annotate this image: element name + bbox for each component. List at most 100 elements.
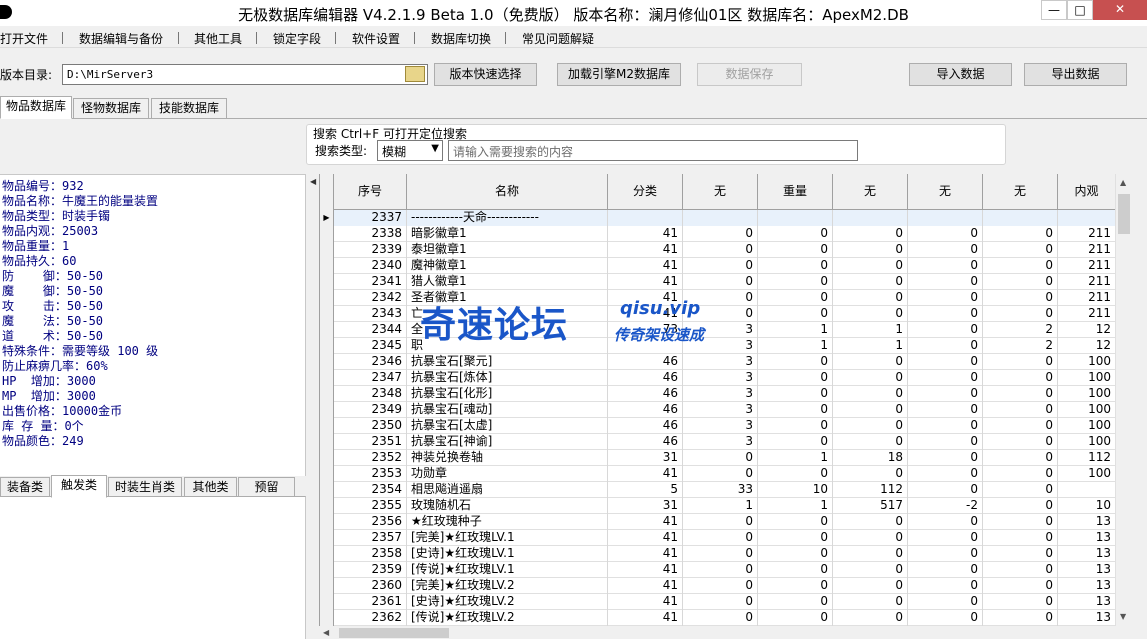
table-cell[interactable]: 13: [1058, 594, 1115, 610]
table-cell[interactable]: 亡: [407, 306, 608, 322]
table-row[interactable]: 2343 亡 41 0 0 0 0 0 211: [320, 306, 1115, 322]
table-row[interactable]: 2357 [完美]★红玫瑰LV.1 41 0 0 0 0 0 13: [320, 530, 1115, 546]
table-cell[interactable]: 0: [908, 578, 983, 594]
table-cell[interactable]: 2359: [334, 562, 407, 578]
table-cell[interactable]: 2345: [334, 338, 407, 354]
table-cell[interactable]: 0: [908, 434, 983, 450]
table-cell[interactable]: 0: [983, 258, 1058, 274]
table-cell[interactable]: 100: [1058, 402, 1115, 418]
table-cell[interactable]: 0: [758, 562, 833, 578]
table-cell[interactable]: 0: [683, 610, 758, 626]
table-cell[interactable]: 46: [608, 434, 683, 450]
table-cell[interactable]: 功勋章: [407, 466, 608, 482]
table-row[interactable]: 2360 [完美]★红玫瑰LV.2 41 0 0 0 0 0 13: [320, 578, 1115, 594]
table-cell[interactable]: 2353: [334, 466, 407, 482]
table-row[interactable]: 2341 猎人徽章1 41 0 0 0 0 0 211: [320, 274, 1115, 290]
table-cell[interactable]: 0: [758, 354, 833, 370]
table-cell[interactable]: 3: [683, 402, 758, 418]
table-cell[interactable]: 2358: [334, 546, 407, 562]
table-cell[interactable]: 211: [1058, 258, 1115, 274]
table-cell[interactable]: 0: [833, 402, 908, 418]
row-indicator[interactable]: [320, 258, 334, 274]
table-cell[interactable]: 13: [1058, 546, 1115, 562]
table-cell[interactable]: 517: [833, 498, 908, 514]
table-cell[interactable]: 41: [608, 226, 683, 242]
table-row[interactable]: 2353 功勋章 41 0 0 0 0 0 100: [320, 466, 1115, 482]
table-cell[interactable]: 100: [1058, 434, 1115, 450]
table-row[interactable]: 2346 抗暴宝石[聚元] 46 3 0 0 0 0 100: [320, 354, 1115, 370]
table-cell[interactable]: 1: [683, 498, 758, 514]
table-cell[interactable]: 13: [1058, 562, 1115, 578]
table-row[interactable]: 2355 玫瑰随机石 31 1 1 517 -2 0 10: [320, 498, 1115, 514]
table-cell[interactable]: 2356: [334, 514, 407, 530]
table-cell[interactable]: 100: [1058, 386, 1115, 402]
row-indicator[interactable]: [320, 274, 334, 290]
column-header[interactable]: 名称: [407, 174, 608, 210]
table-cell[interactable]: 0: [908, 258, 983, 274]
table-cell[interactable]: 0: [833, 226, 908, 242]
table-cell[interactable]: 0: [983, 402, 1058, 418]
row-indicator[interactable]: [320, 514, 334, 530]
table-cell[interactable]: 0: [983, 226, 1058, 242]
table-cell[interactable]: 0: [908, 466, 983, 482]
table-cell[interactable]: 41: [608, 562, 683, 578]
menu-open-file[interactable]: 打开文件: [0, 30, 48, 47]
table-cell[interactable]: 0: [983, 594, 1058, 610]
table-cell[interactable]: 0: [833, 370, 908, 386]
table-cell[interactable]: 0: [908, 370, 983, 386]
table-cell[interactable]: 46: [608, 402, 683, 418]
table-cell[interactable]: 0: [683, 514, 758, 530]
table-cell[interactable]: 相思飚逍遥扇: [407, 482, 608, 498]
table-cell[interactable]: [758, 210, 833, 226]
table-cell[interactable]: 41: [608, 290, 683, 306]
menu-faq[interactable]: 常见问题解疑: [522, 30, 594, 47]
table-cell[interactable]: 1: [833, 322, 908, 338]
table-cell[interactable]: 0: [758, 274, 833, 290]
menu-lock-fields[interactable]: 锁定字段: [273, 30, 321, 47]
table-cell[interactable]: 0: [833, 562, 908, 578]
row-indicator[interactable]: [320, 306, 334, 322]
table-row[interactable]: 2349 抗暴宝石[魂动] 46 3 0 0 0 0 100: [320, 402, 1115, 418]
subtab-other[interactable]: 其他类: [184, 477, 237, 498]
save-data-button[interactable]: 数据保存: [697, 63, 802, 86]
table-cell[interactable]: 0: [983, 466, 1058, 482]
column-header[interactable]: 重量: [758, 174, 833, 210]
table-cell[interactable]: 2339: [334, 242, 407, 258]
table-cell[interactable]: 1: [758, 322, 833, 338]
export-data-button[interactable]: 导出数据: [1024, 63, 1127, 86]
tab-skills[interactable]: 技能数据库: [151, 98, 227, 119]
row-indicator[interactable]: [320, 594, 334, 610]
table-cell[interactable]: 魔神徽章1: [407, 258, 608, 274]
table-cell[interactable]: [983, 210, 1058, 226]
collapse-arrow-icon[interactable]: ◀: [310, 177, 316, 186]
table-row[interactable]: 2356 ★红玫瑰种子 41 0 0 0 0 0 13: [320, 514, 1115, 530]
table-cell[interactable]: 0: [833, 434, 908, 450]
table-cell[interactable]: 41: [608, 242, 683, 258]
table-cell[interactable]: 0: [908, 594, 983, 610]
table-cell[interactable]: 1: [833, 338, 908, 354]
table-cell[interactable]: [传说]★红玫瑰LV.2: [407, 610, 608, 626]
table-row[interactable]: 2344 全 73 3 1 1 0 2 12: [320, 322, 1115, 338]
row-indicator[interactable]: [320, 290, 334, 306]
table-cell[interactable]: 0: [758, 258, 833, 274]
table-cell[interactable]: 0: [983, 274, 1058, 290]
table-cell[interactable]: 0: [833, 578, 908, 594]
table-cell[interactable]: 10: [758, 482, 833, 498]
column-header[interactable]: 无: [908, 174, 983, 210]
table-cell[interactable]: 31: [608, 498, 683, 514]
scroll-thumb[interactable]: [339, 628, 449, 638]
table-cell[interactable]: 0: [983, 242, 1058, 258]
scroll-thumb[interactable]: [1118, 194, 1130, 234]
row-indicator[interactable]: [320, 578, 334, 594]
table-cell[interactable]: 0: [908, 514, 983, 530]
table-cell[interactable]: [833, 210, 908, 226]
subtab-equipment[interactable]: 装备类: [0, 477, 50, 498]
table-cell[interactable]: 0: [758, 578, 833, 594]
column-header[interactable]: 无: [683, 174, 758, 210]
table-cell[interactable]: 2: [983, 338, 1058, 354]
table-cell[interactable]: 0: [983, 290, 1058, 306]
table-cell[interactable]: 3: [683, 434, 758, 450]
table-cell[interactable]: 211: [1058, 306, 1115, 322]
table-cell[interactable]: 0: [833, 290, 908, 306]
table-cell[interactable]: 0: [908, 450, 983, 466]
